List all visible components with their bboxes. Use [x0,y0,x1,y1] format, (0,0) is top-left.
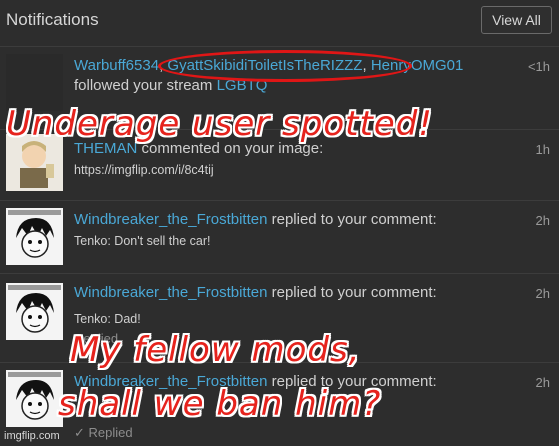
username-link[interactable]: Windbreaker_the_Frostbitten [74,211,267,228]
timestamp: 2h [535,213,550,228]
page-title: Notifications [6,10,99,29]
notification-header: Windbreaker_the_Frostbitten replied to y… [74,211,437,228]
highlight-ring [158,50,412,82]
notification-detail: Tenko: Don't sell the car! [74,234,211,248]
view-all-button[interactable]: View All [481,6,552,34]
manga-avatar-icon [6,208,63,265]
avatar[interactable] [6,370,63,427]
meme-caption-top: Underage user spotted! [6,104,433,144]
timestamp: 1h [535,142,550,157]
notification-row[interactable]: Windbreaker_the_Frostbitten replied to y… [0,201,559,274]
avatar[interactable] [6,54,63,111]
replied-status: ✓ Replied [74,425,133,440]
manga-avatar-icon [6,370,63,427]
notification-header: Windbreaker_the_Frostbitten replied to y… [74,284,437,301]
username-link[interactable]: Windbreaker_the_Frostbitten [74,284,267,301]
timestamp: 2h [535,286,550,301]
action-text: replied to your comment: [271,284,437,301]
timestamp: <1h [527,59,550,74]
meme-caption-bottom-line2: shall we ban him? [58,384,382,424]
meme-caption-bottom-line1: My fellow mods, [70,330,361,370]
action-text: replied to your comment: [271,211,437,228]
watermark: imgflip.com [4,430,60,442]
username-link[interactable]: Warbuff6534 [74,57,159,74]
notification-detail: Tenko: Dad! [74,312,141,326]
avatar[interactable] [6,283,63,340]
action-text: followed your stream [74,77,213,94]
notification-detail[interactable]: https://imgflip.com/i/8c4tij [74,163,214,177]
avatar[interactable] [6,208,63,265]
manga-avatar-icon [6,283,63,340]
header: Notifications View All [0,0,559,47]
notifications-panel: Notifications View All Warbuff6534, Gyat… [0,0,559,446]
timestamp: 2h [535,375,550,390]
